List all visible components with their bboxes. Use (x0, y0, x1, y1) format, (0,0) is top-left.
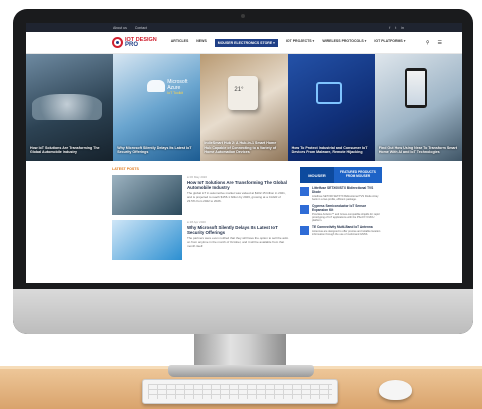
site-nav: IOT DESIGN PRO ARTICLES NEWS MOUSER ELEC… (26, 32, 462, 54)
topbar-link-about[interactable]: About us (113, 26, 127, 30)
hero-tile-smart-home[interactable]: Find Out How Using Near To Transform Sma… (374, 54, 462, 161)
nav-item-wireless-protocols[interactable]: WIRELESS PROTOCOLS ▾ (322, 39, 366, 47)
logo-line-2: PRO (125, 41, 139, 48)
azure-logo-title: Microsoft Azure (167, 79, 188, 91)
hero-caption: How To Protect Industrial and Consumer I… (291, 145, 368, 155)
mouser-caption: FEATURED PRODUCTS FROM MOUSER (334, 167, 382, 183)
keyboard (142, 379, 338, 404)
content-area: LATEST POSTS ● 06 May 2020 How IoT Solut… (26, 161, 462, 265)
mouse (379, 380, 412, 400)
product-icon (300, 226, 309, 236)
product-desc: Littelfuse SETX00 SETXTX Bidirectional T… (312, 194, 379, 201)
hero-caption: Find Out How Using Near To Transform Sma… (378, 145, 458, 155)
product-title[interactable]: Cypress Semiconductor IoT Sensor Expansi… (312, 204, 382, 213)
mouser-banner[interactable]: MOUSER FEATURED PRODUCTS FROM MOUSER (300, 167, 382, 183)
keyboard-keys (148, 384, 332, 399)
azure-logo-sub: IoT Toolkit (167, 91, 184, 95)
site-topbar: About us Contact f t in (26, 23, 462, 32)
product-desc: Provides Arduino™ and Grove-compatible s… (312, 212, 380, 222)
topbar-link-contact[interactable]: Contact (135, 26, 147, 30)
twitter-icon[interactable]: t (395, 26, 396, 30)
latest-posts: LATEST POSTS ● 06 May 2020 How IoT Solut… (112, 167, 290, 265)
sidebar: MOUSER FEATURED PRODUCTS FROM MOUSER Lit… (300, 167, 382, 265)
product-item[interactable]: Cypress Semiconductor IoT Sensor Expansi… (300, 204, 382, 222)
post-thumbnail[interactable] (112, 175, 182, 215)
car-image (32, 94, 102, 120)
post-excerpt: The global IoT in automotive market was … (187, 191, 286, 203)
camera-icon (241, 14, 245, 18)
hero-tile-microsoft[interactable]: Microsoft Azure IoT Toolkit Why Microsof… (113, 54, 201, 161)
list-item[interactable]: ● 28 Apr 2020 Why Microsoft Silently Del… (112, 220, 290, 260)
product-desc: Antennas are designed to offer precise a… (312, 230, 381, 237)
logo-mark-icon (112, 37, 123, 48)
monitor-chin (13, 289, 473, 334)
nav-item-iot-projects[interactable]: IOT PROJECTS ▾ (286, 39, 314, 47)
product-title[interactable]: Littelfuse SETX00/STX Bidirectional TVS … (312, 186, 382, 195)
nav-item-mouser-store[interactable]: MOUSER ELECTRONICS STORE ▾ (214, 38, 278, 47)
nav-item-news[interactable]: NEWS (196, 39, 207, 47)
product-item[interactable]: Littelfuse SETX00/STX Bidirectional TVS … (300, 186, 382, 201)
mouser-logo: MOUSER (300, 167, 334, 183)
hero-caption: How IoT Solutions Are Transforming The G… (30, 145, 100, 155)
product-icon (300, 205, 309, 214)
post-date: ● 28 Apr 2020 (187, 220, 206, 224)
cloud-icon (147, 80, 166, 92)
product-item[interactable]: TE Connectivity Multi-Band IoT Antenna A… (300, 225, 382, 237)
list-item[interactable]: ● 06 May 2020 How IoT Solutions Are Tran… (112, 175, 290, 215)
post-date: ● 06 May 2020 (187, 175, 207, 179)
main-menu: ARTICLES NEWS MOUSER ELECTRONICS STORE ▾… (171, 38, 405, 47)
hero-caption: IndieSmart Hub 2: A Hub-in-1 Smart Home … (204, 141, 277, 155)
hero-caption: Why Microsoft Silently Delays Its Latest… (117, 145, 192, 155)
post-title[interactable]: Why Microsoft Silently Delays Its Latest… (187, 225, 290, 235)
nav-item-articles[interactable]: ARTICLES (171, 39, 189, 47)
hero-carousel: How IoT Solutions Are Transforming The G… (26, 54, 462, 161)
azure-logo-text: Microsoft Azure IoT Toolkit (167, 79, 200, 97)
post-title[interactable]: How IoT Solutions Are Transforming The G… (187, 180, 290, 190)
hero-tile-smart-hub[interactable]: 21° IndieSmart Hub 2: A Hub-in-1 Smart H… (200, 54, 288, 161)
monitor-screen: About us Contact f t in IOT DESIGN PRO A… (26, 23, 462, 283)
facebook-icon[interactable]: f (389, 26, 390, 30)
post-thumbnail[interactable] (112, 220, 182, 260)
site-logo[interactable]: IOT DESIGN PRO (112, 37, 157, 48)
monitor-stand-base (168, 365, 314, 377)
product-icon (300, 187, 309, 196)
lock-icon (315, 82, 342, 104)
phone-image (404, 68, 427, 108)
nav-icons: ⚲ ☰ (426, 40, 442, 46)
social-links: f t in (389, 26, 404, 30)
menu-icon[interactable]: ☰ (438, 40, 442, 46)
nav-item-iot-platforms[interactable]: IOT PLATFORMS ▾ (374, 39, 405, 47)
linkedin-icon[interactable]: in (401, 26, 404, 30)
smart-hub-image: 21° (228, 76, 259, 110)
post-excerpt: The partners were even notified that the… (187, 236, 289, 248)
section-title: LATEST POSTS (112, 167, 139, 171)
search-icon[interactable]: ⚲ (426, 40, 430, 46)
hero-tile-automobile[interactable]: How IoT Solutions Are Transforming The G… (26, 54, 114, 161)
hero-tile-security[interactable]: How To Protect Industrial and Consumer I… (287, 54, 375, 161)
